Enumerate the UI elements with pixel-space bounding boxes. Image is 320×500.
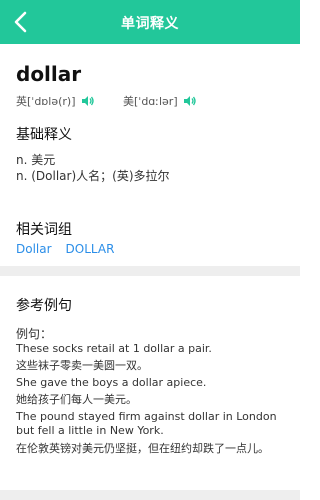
top-app-bar: 单词释义 bbox=[0, 0, 300, 44]
us-pronunciation: 美 [ˈdɑːlər] bbox=[123, 93, 197, 109]
definition-line-2: n. (Dollar)人名；(英)多拉尔 bbox=[16, 169, 170, 183]
related-phrases-title: 相关词组 bbox=[16, 222, 72, 238]
definition-line-1: n. 美元 bbox=[16, 153, 56, 167]
examples-label: 例句： bbox=[16, 327, 53, 341]
phrase-link-dollar-upper[interactable]: DOLLAR bbox=[66, 242, 115, 256]
basic-definition-title: 基础释义 bbox=[16, 127, 72, 143]
us-phonetic: [ˈdɑːlər] bbox=[134, 94, 178, 108]
example-1-en: These socks retail at 1 dollar a pair. bbox=[16, 342, 212, 355]
uk-label: 英 bbox=[16, 95, 27, 108]
word-title: dollar bbox=[16, 62, 82, 86]
speaker-icon bbox=[183, 96, 196, 106]
app-root: 单词释义 dollar 英 [ˈdɒlə(r)] 美 [ˈdɑːlər] 基础释… bbox=[0, 0, 300, 500]
page-title: 单词释义 bbox=[121, 16, 179, 32]
phrase-link-dollar[interactable]: Dollar bbox=[16, 242, 52, 256]
examples-title: 参考例句 bbox=[16, 298, 72, 314]
uk-phonetic: [ˈdɒlə(r)] bbox=[27, 94, 76, 108]
bottom-divider bbox=[0, 490, 300, 500]
uk-speaker-button[interactable] bbox=[81, 94, 95, 108]
example-3-zh: 在伦敦英镑对美元仍坚挺，但在纽约却跌了一点儿。 bbox=[16, 442, 269, 455]
us-label: 美 bbox=[123, 95, 134, 108]
section-divider bbox=[0, 266, 300, 276]
speaker-icon bbox=[81, 96, 94, 106]
example-1-zh: 这些袜子零卖一美圆一双。 bbox=[16, 359, 148, 372]
related-phrases-list: Dollar DOLLAR bbox=[16, 242, 114, 256]
us-speaker-button[interactable] bbox=[183, 94, 197, 108]
example-2-zh: 她给孩子们每人一美元。 bbox=[16, 393, 137, 406]
uk-pronunciation: 英 [ˈdɒlə(r)] bbox=[16, 93, 95, 109]
example-3-en: The pound stayed firm against dollar in … bbox=[16, 410, 277, 437]
example-2-en: She gave the boys a dollar apiece. bbox=[16, 376, 207, 389]
